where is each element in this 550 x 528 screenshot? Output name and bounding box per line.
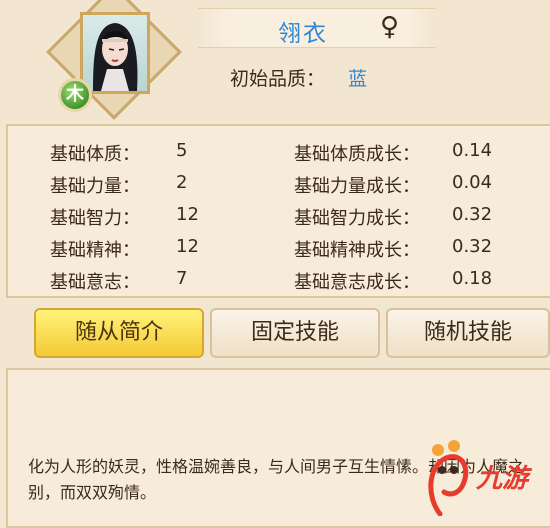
stat-label: 基础智力成长： — [294, 208, 420, 229]
tab-companion-intro[interactable]: 随从简介 — [34, 308, 204, 358]
tab-fixed-skills[interactable]: 固定技能 — [210, 308, 380, 358]
character-portrait[interactable] — [80, 12, 150, 94]
stat-label: 基础精神： — [50, 240, 140, 261]
character-name: 翎衣 — [278, 21, 328, 47]
stat-label: 基础意志成长： — [294, 272, 420, 293]
stat-label: 基础意志： — [50, 272, 140, 293]
element-badge-wood-icon: 木 — [58, 78, 92, 112]
stat-value: 12 — [176, 236, 199, 257]
quality-label: 初始品质： — [230, 68, 326, 90]
stat-value: 0.18 — [452, 268, 493, 289]
stat-value: 5 — [176, 140, 188, 161]
stat-label: 基础力量： — [50, 176, 140, 197]
stat-value: 0.32 — [452, 204, 493, 225]
watermark-text: 九游 — [476, 464, 529, 494]
stat-label: 基础力量成长： — [294, 176, 420, 197]
character-portrait-image — [93, 23, 138, 91]
tab-random-skills[interactable]: 随机技能 — [386, 308, 550, 358]
stat-value: 0.32 — [452, 236, 493, 257]
stat-label: 基础体质： — [50, 144, 140, 165]
stat-value: 12 — [176, 204, 199, 225]
stat-value: 0.04 — [452, 172, 493, 193]
stat-value: 2 — [176, 172, 188, 193]
stat-value: 0.14 — [452, 140, 493, 161]
stat-value: 7 — [176, 268, 188, 289]
portrait-frame: 木 — [46, 0, 182, 120]
stat-label: 基础智力： — [50, 208, 140, 229]
female-gender-icon: ♀ — [380, 12, 400, 42]
stat-label: 基础体质成长： — [294, 144, 420, 165]
stat-label: 基础精神成长： — [294, 240, 420, 261]
quality-value: 蓝 — [348, 68, 368, 90]
